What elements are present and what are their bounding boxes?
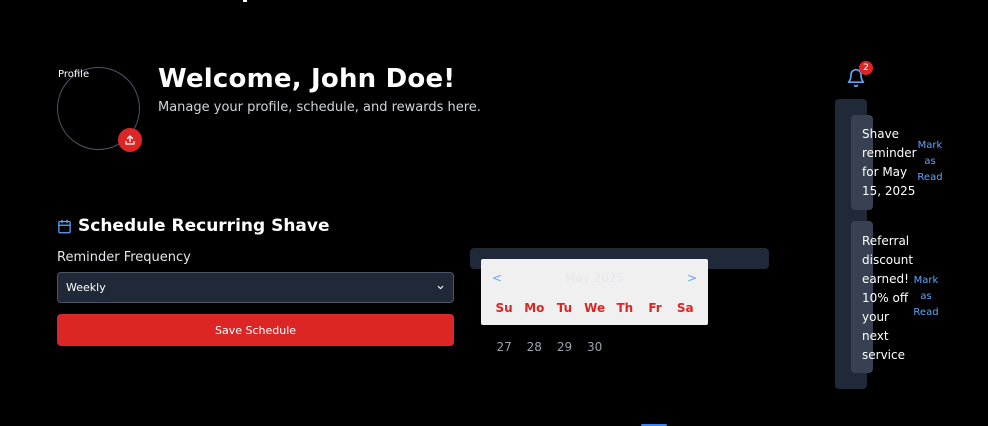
weekday-label: Su bbox=[495, 301, 513, 315]
notification-text: Shave reminder for May 15, 2025 bbox=[862, 127, 917, 198]
calendar-day-row: 27 28 29 30 bbox=[489, 340, 610, 354]
save-schedule-button[interactable]: Save Schedule bbox=[57, 314, 454, 346]
upload-avatar-button[interactable] bbox=[118, 128, 142, 152]
calendar-next-button[interactable]: > bbox=[687, 271, 697, 285]
page-subtitle: Manage your profile, schedule, and rewar… bbox=[158, 100, 481, 115]
frequency-select[interactable]: Weekly bbox=[57, 272, 454, 303]
calendar-day[interactable]: 27 bbox=[489, 340, 519, 354]
avatar-label: Profile bbox=[58, 69, 90, 80]
weekday-label: Th bbox=[616, 301, 634, 315]
calendar-day[interactable]: 28 bbox=[519, 340, 549, 354]
page-title: Welcome, John Doe! bbox=[158, 64, 456, 94]
calendar-popup: < May 2025 > Su Mo Tu We Th Fr Sa bbox=[481, 259, 708, 325]
page: Profile Welcome, John Doe! Manage your p… bbox=[0, 0, 988, 426]
header-text-fragment bbox=[243, 0, 247, 2]
upload-icon bbox=[125, 135, 135, 145]
schedule-section-title: Schedule Recurring Shave bbox=[57, 216, 330, 236]
notification-count-badge: 2 bbox=[859, 61, 873, 75]
mark-as-read-button[interactable]: Mark as Read bbox=[914, 138, 946, 186]
schedule-title-text: Schedule Recurring Shave bbox=[78, 216, 330, 236]
mark-as-read-button[interactable]: Mark as Read bbox=[910, 273, 942, 321]
chevron-down-icon bbox=[437, 285, 444, 290]
notification-text: Referral discount earned! 10% off your n… bbox=[862, 234, 914, 362]
calendar-icon bbox=[58, 219, 71, 233]
weekday-label: Sa bbox=[676, 301, 694, 315]
frequency-value: Weekly bbox=[66, 281, 106, 294]
calendar-day[interactable]: 29 bbox=[549, 340, 579, 354]
frequency-label: Reminder Frequency bbox=[57, 250, 191, 265]
weekday-label: Fr bbox=[648, 301, 662, 315]
calendar-month-label: May 2025 bbox=[564, 271, 625, 285]
calendar-weekday-row: Su Mo Tu We Th Fr Sa bbox=[489, 301, 700, 315]
weekday-label: Mo bbox=[524, 301, 545, 315]
calendar-day[interactable]: 30 bbox=[580, 340, 610, 354]
weekday-label: Tu bbox=[556, 301, 573, 315]
weekday-label: We bbox=[584, 301, 606, 315]
